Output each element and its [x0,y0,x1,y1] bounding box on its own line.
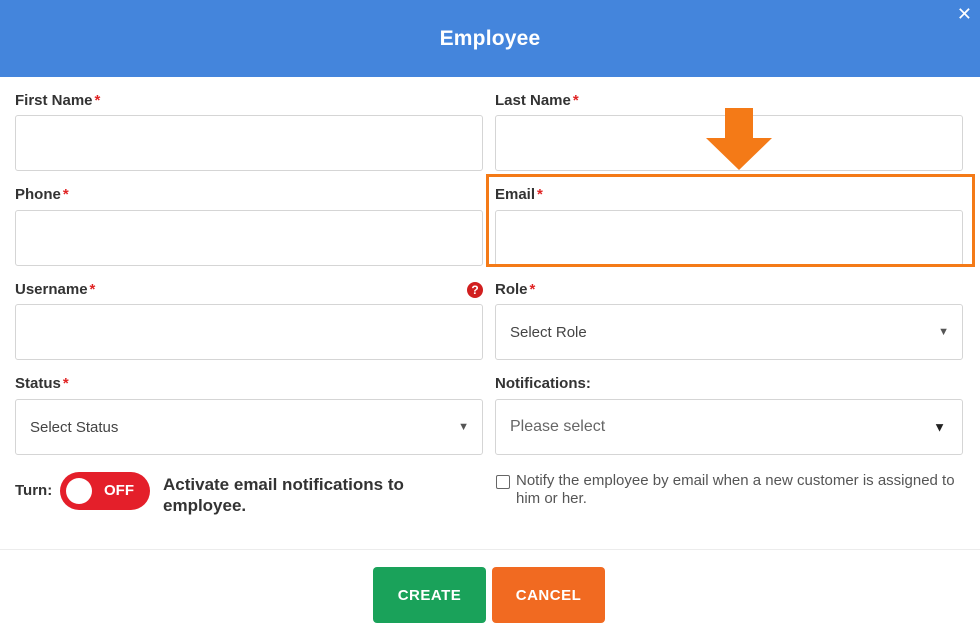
required-mark: * [537,186,543,203]
email-label-text: Email [495,186,536,203]
notifications-label-text: Notifications: [495,375,591,392]
toggle-description: Activate email notifications to employee… [163,475,404,515]
close-icon[interactable]: ✕ [957,5,972,23]
role-label-text: Role [495,281,528,298]
role-selected-value: Select Role [510,323,587,341]
required-mark: * [62,375,69,392]
caret-down-icon: ▼ [933,419,946,435]
status-label-text: Status [15,375,61,392]
required-mark: * [572,92,579,109]
username-input[interactable] [15,304,483,360]
username-label-text: Username [15,281,88,298]
notifications-label: Notifications: [495,375,591,392]
email-label: Email * [495,186,543,203]
required-mark: * [89,281,96,298]
phone-input[interactable] [15,210,483,266]
username-label: Username * [15,281,95,298]
required-mark: * [94,92,101,109]
phone-label: Phone * [15,186,69,203]
cancel-button[interactable]: CANCEL [492,567,605,623]
notify-employee-checkbox[interactable] [496,475,510,489]
status-selected-value: Select Status [30,418,119,436]
role-label: Role * [495,281,535,298]
toggle-knob [66,478,92,504]
status-label: Status * [15,375,69,392]
notifications-selected-value: Please select [510,418,606,435]
status-select[interactable]: Select Status ▼ [15,399,483,455]
notify-employee-label: Notify the employee by email when a new … [516,472,955,507]
caret-down-icon: ▼ [938,326,949,338]
toggle-state-text: OFF [104,482,134,499]
first-name-label-text: First Name [15,92,93,109]
email-notifications-toggle[interactable]: OFF [60,472,150,510]
first-name-input[interactable] [15,115,483,171]
required-mark: * [62,186,69,203]
dialog-header: Employee ✕ [0,0,980,77]
email-input[interactable] [495,210,963,266]
notifications-select[interactable]: Please select ▼ [495,399,963,455]
last-name-label: Last Name * [495,92,579,109]
role-select[interactable]: Select Role ▼ [495,304,963,360]
caret-down-icon: ▼ [458,421,469,433]
toggle-label: Turn: [15,482,53,499]
dialog-title: Employee [439,26,541,50]
phone-label-text: Phone [15,186,61,203]
required-mark: * [529,281,536,298]
help-circle-icon[interactable]: ? [467,282,483,298]
first-name-label: First Name * [15,92,100,109]
last-name-label-text: Last Name [495,92,571,109]
create-button[interactable]: CREATE [373,567,486,623]
arrow-down-icon [706,108,772,170]
footer-divider [0,549,980,550]
